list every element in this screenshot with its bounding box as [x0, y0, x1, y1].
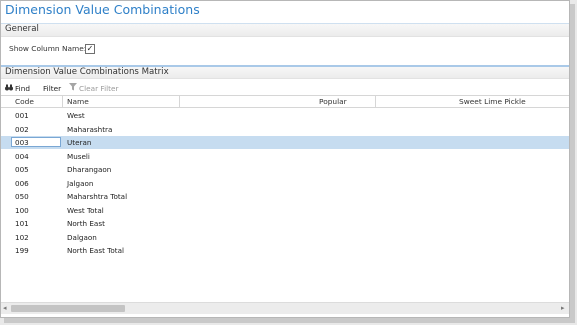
grid-header: Code Name Popular Sweet Lime Pickle: [1, 95, 569, 108]
page-title: Dimension Value Combinations: [5, 2, 200, 17]
cell-name: Museli: [67, 151, 90, 161]
cell-code: 101: [15, 219, 29, 228]
cell-name: Maharashtra: [67, 124, 113, 134]
window-shadow: [4, 318, 575, 323]
cell-code: 102: [15, 232, 29, 242]
filter-button[interactable]: Filter: [43, 84, 61, 93]
column-divider: [375, 96, 376, 108]
cell-code: 001: [15, 111, 29, 120]
matrix-grid: Code Name Popular Sweet Lime Pickle 001 …: [1, 95, 569, 301]
cell-code: 199: [15, 246, 29, 255]
cell-code: 005: [15, 165, 29, 174]
table-row[interactable]: 100 West Total: [1, 204, 569, 217]
cell-code: 004: [15, 151, 29, 161]
column-divider: [62, 96, 63, 108]
fasttab-matrix[interactable]: Dimension Value Combinations Matrix: [1, 65, 569, 79]
clear-filter-button[interactable]: Clear Filter: [79, 84, 118, 93]
table-row[interactable]: 005 Dharangaon: [1, 163, 569, 176]
table-row[interactable]: 102 Dalgaon: [1, 231, 569, 244]
matrix-toolbar: Find Filter Clear Filter: [1, 81, 569, 95]
cell-code: 002: [15, 124, 29, 134]
scrollbar-thumb[interactable]: [11, 305, 125, 312]
cell-name: North East: [67, 219, 105, 228]
scroll-left-icon[interactable]: ◂: [3, 304, 7, 312]
table-row[interactable]: 050 Maharshtra Total: [1, 190, 569, 203]
cell-name: Maharshtra Total: [67, 192, 128, 201]
table-row[interactable]: 006 Jalgaon: [1, 177, 569, 190]
cell-code: 050: [15, 192, 29, 201]
table-row[interactable]: 199 North East Total: [1, 244, 569, 257]
fasttab-general[interactable]: General: [1, 23, 569, 37]
fasttab-general-label: General: [5, 24, 39, 34]
cell-code: 003: [15, 138, 29, 147]
window-shadow: [570, 4, 575, 320]
cell-name: West Total: [67, 205, 104, 215]
find-button[interactable]: Find: [15, 84, 30, 93]
table-row-selected[interactable]: 003 Uteran: [1, 136, 569, 150]
clear-filter-icon: [69, 83, 77, 91]
scroll-right-icon[interactable]: ▸: [561, 304, 565, 312]
table-row[interactable]: 101 North East: [1, 217, 569, 230]
horizontal-scrollbar[interactable]: ◂ ▸: [1, 302, 569, 314]
fasttab-matrix-label: Dimension Value Combinations Matrix: [5, 67, 169, 77]
cell-name: Dharangaon: [67, 165, 112, 174]
column-divider: [179, 96, 180, 108]
cell-name: Dalgaon: [67, 232, 97, 242]
table-row[interactable]: 002 Maharashtra: [1, 123, 569, 136]
column-header-name[interactable]: Name: [67, 97, 89, 106]
cell-name: North East Total: [67, 246, 124, 255]
cell-code: 006: [15, 178, 29, 188]
cell-name: West: [67, 111, 85, 120]
column-header-code[interactable]: Code: [15, 97, 34, 106]
cell-code: 100: [15, 205, 29, 215]
binoculars-icon: [5, 84, 13, 91]
table-row[interactable]: 004 Museli: [1, 150, 569, 163]
column-header-popular[interactable]: Popular: [319, 97, 347, 106]
window: Dimension Value Combinations General Sho…: [0, 0, 570, 318]
cell-name: Uteran: [67, 138, 92, 147]
show-column-name-checkbox[interactable]: ✓: [85, 44, 95, 54]
table-row[interactable]: 001 West: [1, 109, 569, 122]
cell-name: Jalgaon: [67, 178, 94, 188]
column-header-sweet-lime-pickle[interactable]: Sweet Lime Pickle: [459, 97, 526, 106]
show-column-name-label: Show Column Name:: [9, 44, 87, 53]
